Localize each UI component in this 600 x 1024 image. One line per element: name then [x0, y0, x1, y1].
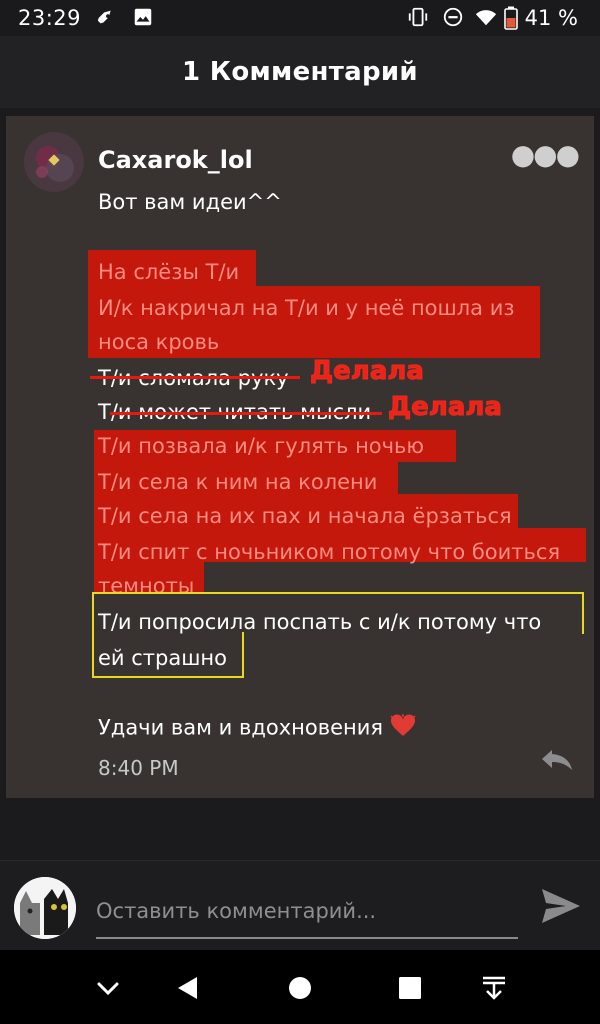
send-icon[interactable] [540, 885, 582, 927]
heart-icon [390, 714, 416, 743]
system-nav-bar [0, 950, 600, 1024]
idea-line-marked: Т/и попросила поспать с и/к потому что [98, 610, 542, 634]
comment-time: 8:40 PM [98, 756, 179, 780]
hide-keyboard-icon[interactable] [474, 968, 514, 1008]
app-header: 1 Комментарий [0, 36, 600, 108]
page-title: 1 Комментарий [182, 57, 418, 87]
home-icon[interactable] [280, 968, 320, 1008]
battery-level: 41 % [524, 6, 578, 30]
back-icon[interactable] [168, 968, 208, 1008]
comment-greeting: Вот вам идеи^^ [98, 190, 282, 214]
more-icon[interactable]: ●●● [511, 138, 580, 171]
rocket-icon [96, 6, 118, 33]
idea-line: Т/и села на их пах и начала ёрзаться [98, 504, 512, 528]
idea-line: На слёзы Т/и [98, 260, 240, 284]
status-time: 23:29 [18, 6, 82, 30]
chevron-down-icon[interactable] [88, 968, 128, 1008]
recents-icon[interactable] [390, 968, 430, 1008]
comment-username[interactable]: Caxarok_lol [98, 146, 253, 174]
comment-closing: Удачи вам и вдохновения [98, 714, 416, 743]
dnd-icon [442, 6, 464, 33]
comment-input[interactable] [96, 885, 518, 939]
reply-icon[interactable] [540, 748, 574, 772]
done-label: Делала [310, 356, 425, 387]
idea-line: Т/и села к ним на колени [98, 470, 378, 494]
idea-line-marked: ей страшно [98, 646, 228, 670]
wifi-icon [474, 6, 498, 33]
done-label: Делала [388, 392, 503, 423]
avatar[interactable] [14, 877, 76, 939]
strike-line [90, 376, 300, 379]
strike-line [110, 412, 382, 415]
closing-text: Удачи вам и вдохновения [98, 715, 384, 740]
comment-composer [0, 860, 600, 951]
vibrate-icon [406, 6, 430, 33]
idea-line: носа кровь [98, 330, 220, 354]
comment-card: Caxarok_lol ●●● Вот вам идеи^^ На слёзы … [6, 116, 594, 798]
idea-line: И/к накричал на Т/и и у неё пошла из [98, 296, 515, 320]
idea-line: Т/и спит с ночьником потому что боиться [98, 540, 561, 564]
avatar[interactable] [24, 132, 84, 192]
battery-icon [504, 6, 518, 35]
status-bar: 23:29 41 % [0, 0, 600, 36]
image-icon [132, 6, 154, 33]
idea-line: Т/и позвала и/к гулять ночью [98, 434, 425, 458]
